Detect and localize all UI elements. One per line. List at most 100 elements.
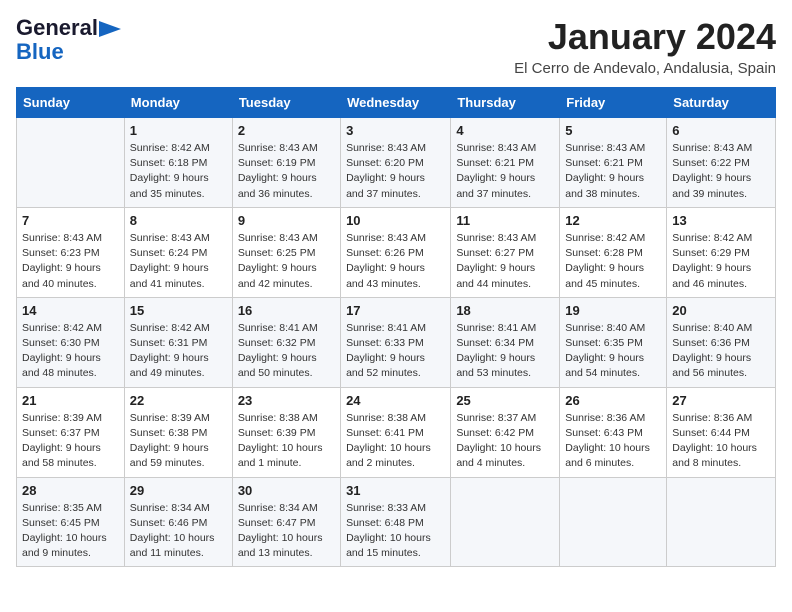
day-info: Sunrise: 8:42 AM Sunset: 6:29 PM Dayligh… — [672, 231, 770, 292]
day-info: Sunrise: 8:33 AM Sunset: 6:48 PM Dayligh… — [346, 501, 445, 562]
day-info: Sunrise: 8:42 AM Sunset: 6:18 PM Dayligh… — [130, 141, 227, 202]
calendar-cell: 15 Sunrise: 8:42 AM Sunset: 6:31 PM Dayli… — [124, 297, 232, 387]
day-info: Sunrise: 8:35 AM Sunset: 6:45 PM Dayligh… — [22, 501, 119, 562]
calendar-cell: 2Sunrise: 8:43 AM Sunset: 6:19 PM Daylig… — [232, 118, 340, 208]
day-number: 10 — [346, 213, 445, 228]
calendar-cell: 3 Sunrise: 8:43 AM Sunset: 6:20 PM Daylig… — [341, 118, 451, 208]
day-info: Sunrise: 8:43 AM Sunset: 6:24 PM Dayligh… — [130, 231, 227, 292]
calendar-cell: 25 Sunrise: 8:37 AM Sunset: 6:42 PM Dayli… — [451, 387, 560, 477]
calendar-cell: 17Sunrise: 8:41 AM Sunset: 6:33 PM Dayli… — [341, 297, 451, 387]
day-number: 29 — [130, 483, 227, 498]
day-number: 4 — [456, 123, 554, 138]
page-header: General Blue January 2024 El Cerro de An… — [16, 16, 776, 77]
day-number: 27 — [672, 393, 770, 408]
day-number: 15 — [130, 303, 227, 318]
dow-header-wednesday: Wednesday — [341, 88, 451, 118]
day-number: 23 — [238, 393, 335, 408]
day-info: Sunrise: 8:41 AM Sunset: 6:32 PM Dayligh… — [238, 321, 335, 382]
title-block: January 2024 El Cerro de Andevalo, Andal… — [514, 16, 776, 77]
day-number: 17 — [346, 303, 445, 318]
week-row-2: 7 Sunrise: 8:43 AM Sunset: 6:23 PM Daylig… — [17, 207, 776, 297]
dow-header-saturday: Saturday — [667, 88, 776, 118]
day-info: Sunrise: 8:43 AM Sunset: 6:21 PM Dayligh… — [565, 141, 661, 202]
day-number: 6 — [672, 123, 770, 138]
day-info: Sunrise: 8:43 AM Sunset: 6:23 PM Dayligh… — [22, 231, 119, 292]
dow-header-thursday: Thursday — [451, 88, 560, 118]
day-number: 19 — [565, 303, 661, 318]
month-title: January 2024 — [514, 16, 776, 58]
day-number: 11 — [456, 213, 554, 228]
day-number: 12 — [565, 213, 661, 228]
week-row-5: 28 Sunrise: 8:35 AM Sunset: 6:45 PM Dayli… — [17, 477, 776, 567]
day-number: 20 — [672, 303, 770, 318]
day-info: Sunrise: 8:43 AM Sunset: 6:21 PM Dayligh… — [456, 141, 554, 202]
week-row-1: 1 Sunrise: 8:42 AM Sunset: 6:18 PM Daylig… — [17, 118, 776, 208]
day-info: Sunrise: 8:34 AM Sunset: 6:46 PM Dayligh… — [130, 501, 227, 562]
dow-header-sunday: Sunday — [17, 88, 125, 118]
day-number: 1 — [130, 123, 227, 138]
calendar-cell: 21Sunrise: 8:39 AM Sunset: 6:37 PM Dayli… — [17, 387, 125, 477]
day-info: Sunrise: 8:43 AM Sunset: 6:19 PM Dayligh… — [238, 141, 335, 202]
calendar-cell: 7 Sunrise: 8:43 AM Sunset: 6:23 PM Daylig… — [17, 207, 125, 297]
calendar-cell: 16Sunrise: 8:41 AM Sunset: 6:32 PM Dayli… — [232, 297, 340, 387]
calendar-cell — [17, 118, 125, 208]
days-of-week-row: SundayMondayTuesdayWednesdayThursdayFrid… — [17, 88, 776, 118]
day-info: Sunrise: 8:36 AM Sunset: 6:44 PM Dayligh… — [672, 411, 770, 472]
calendar-cell: 24 Sunrise: 8:38 AM Sunset: 6:41 PM Dayli… — [341, 387, 451, 477]
day-number: 30 — [238, 483, 335, 498]
calendar-cell: 26Sunrise: 8:36 AM Sunset: 6:43 PM Dayli… — [560, 387, 667, 477]
day-info: Sunrise: 8:42 AM Sunset: 6:31 PM Dayligh… — [130, 321, 227, 382]
calendar-cell: 27 Sunrise: 8:36 AM Sunset: 6:44 PM Dayli… — [667, 387, 776, 477]
calendar-cell: 30Sunrise: 8:34 AM Sunset: 6:47 PM Dayli… — [232, 477, 340, 567]
day-number: 13 — [672, 213, 770, 228]
day-info: Sunrise: 8:38 AM Sunset: 6:41 PM Dayligh… — [346, 411, 445, 472]
day-number: 8 — [130, 213, 227, 228]
location: El Cerro de Andevalo, Andalusia, Spain — [514, 60, 776, 77]
calendar-cell — [667, 477, 776, 567]
calendar-body: 1 Sunrise: 8:42 AM Sunset: 6:18 PM Daylig… — [17, 118, 776, 567]
dow-header-friday: Friday — [560, 88, 667, 118]
logo-blue: Blue — [16, 40, 64, 64]
calendar-table: SundayMondayTuesdayWednesdayThursdayFrid… — [16, 87, 776, 567]
logo-general: General — [16, 16, 98, 40]
calendar-cell: 28 Sunrise: 8:35 AM Sunset: 6:45 PM Dayli… — [17, 477, 125, 567]
week-row-3: 14Sunrise: 8:42 AM Sunset: 6:30 PM Dayli… — [17, 297, 776, 387]
day-info: Sunrise: 8:43 AM Sunset: 6:27 PM Dayligh… — [456, 231, 554, 292]
day-info: Sunrise: 8:40 AM Sunset: 6:36 PM Dayligh… — [672, 321, 770, 382]
day-number: 26 — [565, 393, 661, 408]
calendar-cell: 9Sunrise: 8:43 AM Sunset: 6:25 PM Daylig… — [232, 207, 340, 297]
calendar-cell: 23Sunrise: 8:38 AM Sunset: 6:39 PM Dayli… — [232, 387, 340, 477]
day-number: 7 — [22, 213, 119, 228]
day-info: Sunrise: 8:43 AM Sunset: 6:26 PM Dayligh… — [346, 231, 445, 292]
day-info: Sunrise: 8:42 AM Sunset: 6:28 PM Dayligh… — [565, 231, 661, 292]
day-info: Sunrise: 8:37 AM Sunset: 6:42 PM Dayligh… — [456, 411, 554, 472]
day-info: Sunrise: 8:41 AM Sunset: 6:34 PM Dayligh… — [456, 321, 554, 382]
day-info: Sunrise: 8:43 AM Sunset: 6:25 PM Dayligh… — [238, 231, 335, 292]
calendar-cell: 1 Sunrise: 8:42 AM Sunset: 6:18 PM Daylig… — [124, 118, 232, 208]
day-number: 22 — [130, 393, 227, 408]
calendar-cell: 8 Sunrise: 8:43 AM Sunset: 6:24 PM Daylig… — [124, 207, 232, 297]
calendar-cell: 31 Sunrise: 8:33 AM Sunset: 6:48 PM Dayli… — [341, 477, 451, 567]
day-number: 31 — [346, 483, 445, 498]
dow-header-monday: Monday — [124, 88, 232, 118]
calendar-cell: 29 Sunrise: 8:34 AM Sunset: 6:46 PM Dayli… — [124, 477, 232, 567]
calendar-cell: 19 Sunrise: 8:40 AM Sunset: 6:35 PM Dayli… — [560, 297, 667, 387]
day-info: Sunrise: 8:40 AM Sunset: 6:35 PM Dayligh… — [565, 321, 661, 382]
calendar-cell: 4 Sunrise: 8:43 AM Sunset: 6:21 PM Daylig… — [451, 118, 560, 208]
calendar-cell: 18 Sunrise: 8:41 AM Sunset: 6:34 PM Dayli… — [451, 297, 560, 387]
calendar-cell: 14Sunrise: 8:42 AM Sunset: 6:30 PM Dayli… — [17, 297, 125, 387]
day-number: 18 — [456, 303, 554, 318]
calendar-cell — [560, 477, 667, 567]
day-number: 3 — [346, 123, 445, 138]
calendar-cell: 22Sunrise: 8:39 AM Sunset: 6:38 PM Dayli… — [124, 387, 232, 477]
day-number: 25 — [456, 393, 554, 408]
day-number: 14 — [22, 303, 119, 318]
dow-header-tuesday: Tuesday — [232, 88, 340, 118]
calendar-cell: 12 Sunrise: 8:42 AM Sunset: 6:28 PM Dayli… — [560, 207, 667, 297]
day-number: 28 — [22, 483, 119, 498]
calendar-cell: 13 Sunrise: 8:42 AM Sunset: 6:29 PM Dayli… — [667, 207, 776, 297]
calendar-cell: 5Sunrise: 8:43 AM Sunset: 6:21 PM Daylig… — [560, 118, 667, 208]
logo: General Blue — [16, 16, 121, 64]
day-number: 24 — [346, 393, 445, 408]
day-info: Sunrise: 8:43 AM Sunset: 6:20 PM Dayligh… — [346, 141, 445, 202]
